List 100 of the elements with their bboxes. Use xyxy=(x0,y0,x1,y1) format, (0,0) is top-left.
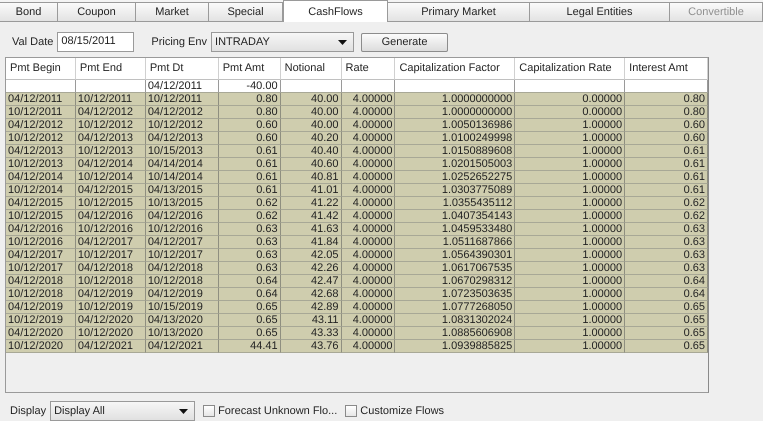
table-cell: 0.80 xyxy=(218,93,281,106)
table-cell: 1.00000 xyxy=(515,288,626,301)
table-cell: 1.00000 xyxy=(515,275,626,288)
column-header[interactable]: Pmt Dt xyxy=(146,58,219,80)
tab[interactable]: Market xyxy=(136,2,209,21)
table-cell: 0.60 xyxy=(625,119,708,132)
table-cell: 0.64 xyxy=(625,275,708,288)
tab[interactable]: Special xyxy=(209,2,283,21)
table-cell: 10/13/2020 xyxy=(146,327,219,340)
table-cell: 0.63 xyxy=(218,249,281,262)
table-cell: 10/12/2016 xyxy=(76,223,146,236)
checkbox[interactable] xyxy=(345,405,358,417)
table-cell: 1.00000 xyxy=(515,184,626,197)
table-cell: 10/12/2011 xyxy=(6,106,76,119)
table-cell: 04/12/2016 xyxy=(146,210,219,223)
table-cell: 0.61 xyxy=(218,171,281,184)
table-cell: 0.62 xyxy=(625,210,708,223)
table-cell: 0.63 xyxy=(218,236,281,249)
table-cell: 44.41 xyxy=(218,340,281,353)
tab[interactable]: Legal Entities xyxy=(530,2,670,21)
tab[interactable]: Coupon xyxy=(58,2,136,21)
table-cell: 10/12/2011 xyxy=(146,93,219,106)
table-cell: 04/12/2018 xyxy=(146,262,219,275)
table-cell: 0.60 xyxy=(218,119,281,132)
table-cell: 1.0831302024 xyxy=(395,314,516,327)
table-cell: 0.64 xyxy=(218,288,281,301)
table-cell: 1.00000 xyxy=(515,340,626,353)
column-header[interactable]: Rate xyxy=(342,58,396,80)
table-cell: 1.00000 xyxy=(515,262,626,275)
table-cell: 40.40 xyxy=(280,145,342,158)
table-cell: 04/12/2013 xyxy=(146,132,219,145)
table-cell: 0.63 xyxy=(625,262,708,275)
table-cell: 10/12/2018 xyxy=(76,275,146,288)
table-cell: 41.22 xyxy=(280,197,342,210)
column-header[interactable]: Capitalization Factor xyxy=(395,58,516,80)
table-cell: 10/12/2017 xyxy=(6,262,76,275)
table-cell: 1.00000 xyxy=(515,158,626,171)
column-header[interactable]: Pmt End xyxy=(76,58,146,80)
column-header[interactable]: Interest Amt xyxy=(625,58,708,80)
table-cell: 40.20 xyxy=(280,132,342,145)
table-cell: 0.65 xyxy=(218,301,281,314)
table-cell: 04/14/2014 xyxy=(146,158,219,171)
dropdown[interactable]: Display All xyxy=(50,401,196,421)
table-cell: 4.00000 xyxy=(342,236,396,249)
table-cell: 0.65 xyxy=(218,314,281,327)
table-cell: 4.00000 xyxy=(342,249,396,262)
table-cell: 43.11 xyxy=(280,314,342,327)
field-label: Display xyxy=(10,405,46,417)
table-cell: 1.0303775089 xyxy=(395,184,516,197)
table-cell: 4.00000 xyxy=(342,93,396,106)
table-cell: 1.00000 xyxy=(515,314,626,327)
table-cell: 1.0564390301 xyxy=(395,249,516,262)
table-cell: 04/12/2011 xyxy=(6,93,76,106)
tab[interactable]: Primary Market xyxy=(388,2,530,21)
table-cell: 0.00000 xyxy=(515,93,626,106)
dropdown[interactable]: INTRADAY xyxy=(211,32,354,52)
table-cell: 04/12/2020 xyxy=(76,314,146,327)
table-cell: 0.00000 xyxy=(515,106,626,119)
table-cell: 0.61 xyxy=(218,145,281,158)
table-cell: 40.00 xyxy=(280,119,342,132)
table-cell: 1.0252652275 xyxy=(395,171,516,184)
table-cell: 4.00000 xyxy=(342,262,396,275)
table-cell: 41.42 xyxy=(280,210,342,223)
generate-button[interactable]: Generate xyxy=(361,32,448,52)
column-header[interactable]: Notional xyxy=(280,58,342,80)
table-cell: 0.61 xyxy=(625,158,708,171)
table-cell: 41.01 xyxy=(280,184,342,197)
table-cell: 0.64 xyxy=(625,288,708,301)
field-label: Pricing Env xyxy=(151,36,208,48)
table-cell: 42.47 xyxy=(280,275,342,288)
table-cell: 4.00000 xyxy=(342,145,396,158)
column-header[interactable]: Pmt Amt xyxy=(218,58,281,80)
table-cell: 4.00000 xyxy=(342,197,396,210)
checkbox-label[interactable]: Customize Flows xyxy=(360,405,444,417)
table-cell: 04/13/2015 xyxy=(146,184,219,197)
table-cell: 0.62 xyxy=(218,197,281,210)
table-cell: 4.00000 xyxy=(342,171,396,184)
tab[interactable]: Bond xyxy=(0,2,58,21)
table-cell: 04/12/2012 xyxy=(76,106,146,119)
date-field[interactable]: 08/15/2011 xyxy=(57,32,134,52)
table-cell: 1.0939885825 xyxy=(395,340,516,353)
table-cell: 10/12/2020 xyxy=(76,327,146,340)
table-cell: 10/12/2014 xyxy=(76,171,146,184)
table-cell: 41.63 xyxy=(280,223,342,236)
table-cell: 0.61 xyxy=(625,184,708,197)
table-cell: 1.0885606908 xyxy=(395,327,516,340)
checkbox-label[interactable]: Forecast Unknown Flo... xyxy=(218,405,338,417)
column-header[interactable]: Capitalization Rate xyxy=(515,58,626,80)
table-cell: 42.68 xyxy=(280,288,342,301)
checkbox[interactable] xyxy=(203,405,216,417)
table-cell: 1.00000 xyxy=(515,171,626,184)
table-cell: 04/12/2012 xyxy=(146,106,219,119)
caret-icon xyxy=(338,40,348,44)
table-cell: 4.00000 xyxy=(342,340,396,353)
tab[interactable]: CashFlows xyxy=(283,0,388,22)
table-cell: 10/12/2017 xyxy=(146,249,219,262)
column-header[interactable]: Pmt Begin xyxy=(6,58,76,80)
table-cell: 04/12/2016 xyxy=(76,210,146,223)
table-cell: 10/13/2015 xyxy=(146,197,219,210)
table-cell: 04/12/2017 xyxy=(6,249,76,262)
